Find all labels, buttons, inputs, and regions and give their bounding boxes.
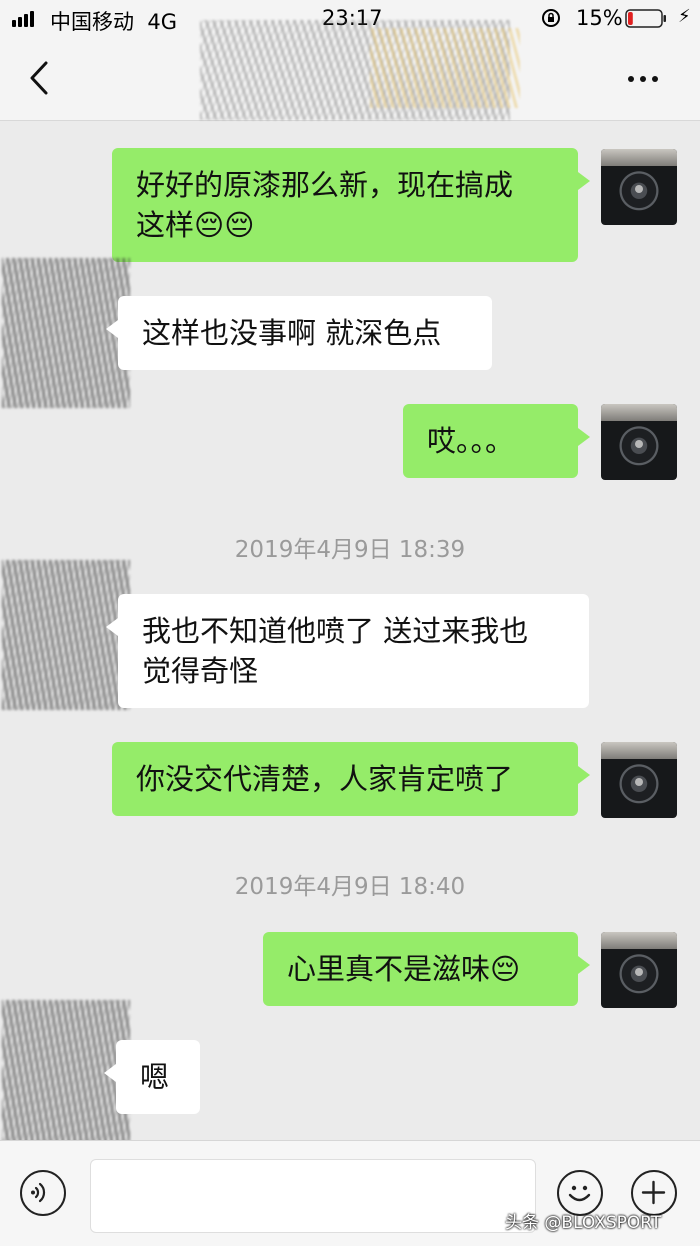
message-line: 觉得奇怪 [142, 654, 259, 688]
battery-icon [625, 9, 666, 28]
charging-icon: ⚡ [678, 6, 691, 27]
voice-icon [31, 1182, 46, 1203]
message-bubble-received[interactable]: 这样也没事啊 就深色点 [106, 296, 492, 370]
chat-header [0, 20, 700, 121]
network-type: 4G [147, 10, 177, 34]
message-line: 心里真不是滋味😔 [287, 952, 521, 986]
timestamp: 2019年4月9日 18:39 [234, 537, 466, 563]
signal-icon [12, 11, 34, 27]
message-line: 你没交代清楚，人家肯定喷了 [136, 762, 514, 796]
message-bubble-sent[interactable]: 心里真不是滋味😔 [263, 932, 590, 1006]
carrier-label: 中国移动 [50, 10, 134, 34]
message-bubble-received[interactable]: 我也不知道他喷了 送过来我也 觉得奇怪 [106, 594, 589, 708]
watermark: 头条 @BLOXSPORT [505, 1213, 662, 1233]
more-dots-icon[interactable] [628, 76, 658, 82]
avatar-self[interactable] [601, 932, 677, 1008]
contact-name-redacted [200, 20, 520, 120]
message-bubble-sent[interactable]: 你没交代清楚，人家肯定喷了 [112, 742, 590, 816]
avatar-self[interactable] [601, 742, 677, 818]
carrier-name: 中国移动 4G [50, 6, 177, 36]
message-line: 嗯 [140, 1060, 170, 1094]
message-line: 哎。。。 [427, 424, 515, 458]
emoji-icon [568, 1185, 591, 1202]
message-bubble-sent[interactable]: 哎。。。 [403, 404, 590, 478]
message-input[interactable] [90, 1159, 536, 1233]
message-line: 这样😔😔 [136, 208, 255, 242]
timestamp: 2019年4月9日 18:40 [234, 874, 466, 900]
avatar-self[interactable] [601, 404, 677, 480]
chevron-left-icon[interactable] [26, 60, 54, 96]
message-line: 好好的原漆那么新，现在搞成 [136, 168, 514, 202]
message-line: 这样也没事啊 就深色点 [142, 316, 442, 350]
message-line: 我也不知道他喷了 送过来我也 [142, 614, 529, 648]
voice-button[interactable] [20, 1170, 66, 1216]
message-bubble-received[interactable]: 嗯 [104, 1040, 200, 1114]
battery-percent: 15% [576, 6, 623, 30]
plus-icon [641, 1180, 666, 1205]
avatar-self[interactable] [601, 149, 677, 225]
message-bubble-sent[interactable]: 好好的原漆那么新，现在搞成 这样😔😔 [112, 148, 590, 262]
rotation-lock-icon [542, 9, 560, 27]
